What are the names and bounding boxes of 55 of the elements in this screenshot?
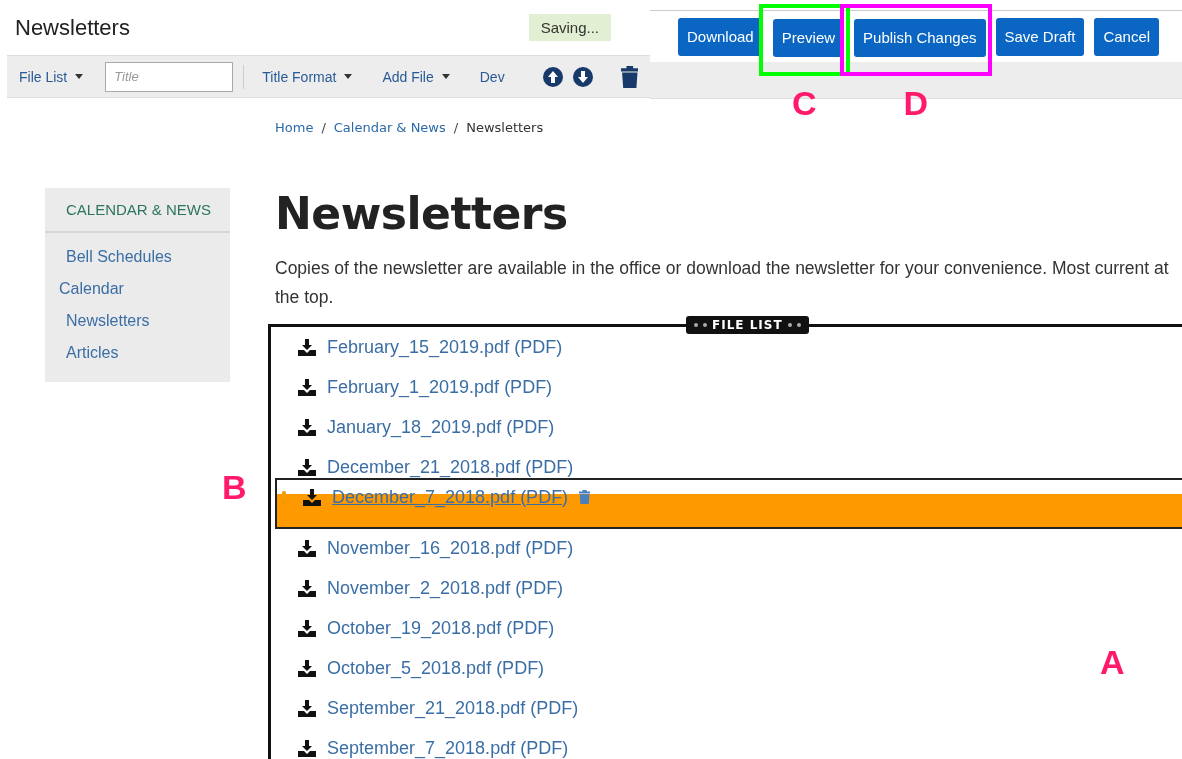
file-list-badge: FILE LIST	[686, 316, 809, 334]
title-field[interactable]: Title	[105, 61, 234, 92]
caret-icon	[75, 74, 84, 79]
file-link[interactable]: February_15_2019.pdf (PDF)	[327, 336, 563, 358]
sidebar-link[interactable]: Calendar	[45, 273, 124, 305]
download-icon	[298, 579, 316, 597]
annotation-letter: B	[222, 470, 247, 504]
download-icon	[298, 378, 316, 396]
download-icon	[298, 619, 316, 637]
action-button[interactable]: Publish Changes	[854, 18, 986, 57]
annotation-letter: A	[1100, 645, 1125, 679]
caret-icon	[344, 74, 353, 79]
breadcrumb-link[interactable]: Home	[275, 120, 314, 135]
move-down-button[interactable]	[572, 66, 593, 87]
download-icon	[298, 539, 316, 557]
sidebar-link[interactable]: Bell Schedules	[45, 241, 172, 273]
caret-icon	[441, 74, 450, 79]
toolbar-menu[interactable]: Title Format	[256, 68, 359, 85]
file-link[interactable]: January_18_2019.pdf (PDF)	[327, 416, 555, 438]
breadcrumb-separator: /	[321, 120, 326, 135]
sidebar-link[interactable]: Newsletters	[45, 305, 150, 337]
move-up-button[interactable]	[542, 66, 563, 87]
toolbar-menu[interactable]: Dev	[473, 68, 511, 85]
file-link[interactable]: October_19_2018.pdf (PDF)	[327, 617, 555, 639]
download-icon	[298, 418, 316, 436]
file-link[interactable]: September_7_2018.pdf (PDF)	[327, 737, 569, 759]
toolbar-menu[interactable]: Add File	[376, 68, 456, 85]
action-button[interactable]: Save Draft	[995, 17, 1085, 56]
download-icon	[298, 659, 316, 677]
download-icon	[298, 739, 316, 757]
file-link[interactable]: December_21_2018.pdf (PDF)	[327, 456, 574, 478]
download-icon	[303, 488, 321, 506]
file-link[interactable]: November_16_2018.pdf (PDF)	[327, 537, 574, 559]
breadcrumb-current: Newsletters	[466, 120, 544, 135]
download-icon	[298, 338, 316, 356]
page-title: Newsletters	[15, 14, 130, 41]
breadcrumb-link[interactable]: Calendar & News	[333, 120, 446, 135]
download-icon	[298, 699, 316, 717]
action-button[interactable]: Cancel	[1094, 17, 1160, 56]
file-link[interactable]: October_5_2018.pdf (PDF)	[327, 657, 545, 679]
download-icon	[298, 458, 316, 476]
file-link[interactable]: November_2_2018.pdf (PDF)	[327, 577, 564, 599]
annotation-letter: C	[792, 85, 817, 120]
annotation-letter: D	[903, 85, 929, 120]
sidebar-link[interactable]: Articles	[45, 337, 119, 369]
saving-status: Saving...	[528, 14, 611, 41]
page-heading: Newsletters	[275, 188, 569, 240]
sidebar-heading: CALENDAR & NEWS	[45, 188, 230, 233]
file-list-menu[interactable]: File List	[13, 68, 90, 85]
delete-button[interactable]	[620, 65, 639, 88]
file-link[interactable]: September_21_2018.pdf (PDF)	[327, 697, 579, 719]
trash-icon[interactable]	[579, 490, 591, 504]
file-link[interactable]: February_1_2019.pdf (PDF)	[327, 376, 553, 398]
breadcrumb-separator: /	[453, 120, 459, 135]
intro-text: Copies of the newsletter are available in the office or download the newsletter for your convenience. Most current at the top.	[275, 257, 1170, 309]
